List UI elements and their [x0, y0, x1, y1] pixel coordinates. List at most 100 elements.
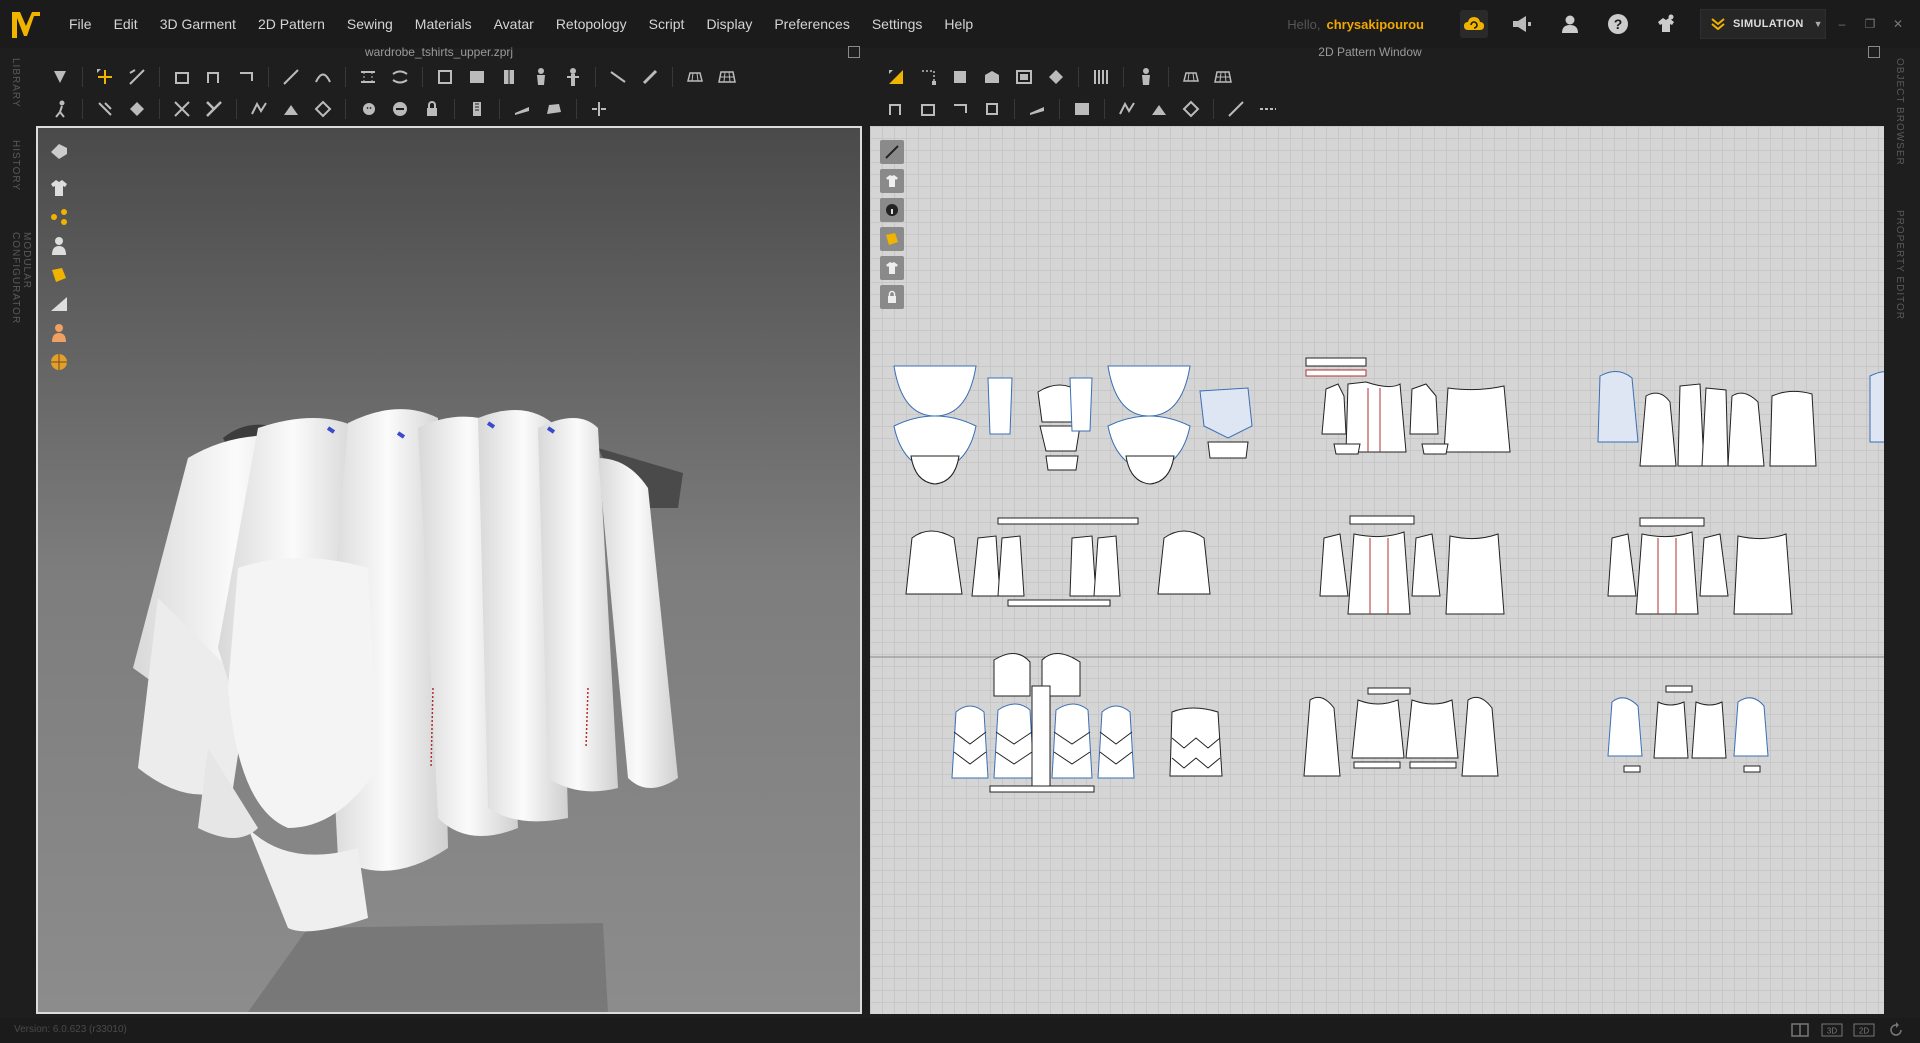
- 2d-seamline-icon[interactable]: [1180, 98, 1202, 120]
- menu-materials[interactable]: Materials: [404, 0, 483, 48]
- tack-icon[interactable]: [466, 66, 488, 88]
- restore-icon[interactable]: ❐: [1858, 17, 1882, 31]
- 2d-transform-icon[interactable]: [885, 66, 907, 88]
- arrangement-point-icon[interactable]: [94, 98, 116, 120]
- 2d-fold-angle-icon[interactable]: [1148, 98, 1170, 120]
- refresh-icon[interactable]: [1882, 1020, 1910, 1040]
- 2d-pattern-window[interactable]: [870, 126, 1884, 1014]
- toolbar-divider: [576, 99, 577, 119]
- toolbar-divider: [1213, 99, 1214, 119]
- 2d-avatar-icon[interactable]: [1135, 66, 1157, 88]
- 2d-measure-icon[interactable]: [1225, 98, 1247, 120]
- grid-select-icon[interactable]: [684, 66, 706, 88]
- viewport3d-expand-icon[interactable]: [848, 46, 860, 58]
- 2d-puckering-icon[interactable]: [1116, 98, 1138, 120]
- toolbar-divider: [1123, 67, 1124, 87]
- tape-icon[interactable]: [511, 98, 533, 120]
- menu-settings[interactable]: Settings: [861, 0, 934, 48]
- tab-object-browser[interactable]: OBJECT BROWSER: [1894, 58, 1905, 168]
- menu-edit[interactable]: Edit: [103, 0, 149, 48]
- 2d-edit-point-icon[interactable]: [917, 66, 939, 88]
- 2d-internal-line-icon[interactable]: [1090, 66, 1112, 88]
- arrangement-plate-icon[interactable]: [126, 98, 148, 120]
- shirt-front-icon[interactable]: [498, 66, 520, 88]
- puckering-icon[interactable]: [248, 98, 270, 120]
- button-tool-icon[interactable]: [357, 98, 379, 120]
- toolbar-divider: [499, 99, 500, 119]
- strengthen-icon[interactable]: [171, 98, 193, 120]
- menu-file[interactable]: File: [58, 0, 103, 48]
- unfold-icon[interactable]: [235, 66, 257, 88]
- line-tool-icon[interactable]: [280, 66, 302, 88]
- menu-avatar[interactable]: Avatar: [483, 0, 545, 48]
- tab-property-editor[interactable]: PROPERTY EDITOR: [1894, 210, 1905, 330]
- user-account-icon[interactable]: [1556, 10, 1584, 38]
- menu-display[interactable]: Display: [695, 0, 763, 48]
- garments-3d-render: [133, 409, 683, 1012]
- 3d-toolbar-row-1: [44, 62, 743, 92]
- pin-tool-icon[interactable]: [434, 66, 456, 88]
- 2d-edit-texture-icon[interactable]: [1026, 98, 1048, 120]
- toolbar-divider: [1078, 67, 1079, 87]
- 3d-viewport[interactable]: [36, 126, 862, 1014]
- announcement-icon[interactable]: [1508, 10, 1536, 38]
- svg-text:?: ?: [1614, 16, 1623, 32]
- split-view-icon[interactable]: [1786, 1020, 1814, 1040]
- edit-pattern-icon[interactable]: [126, 66, 148, 88]
- 2d-grid-select-icon[interactable]: [1180, 66, 1202, 88]
- tab-modular-configurator[interactable]: MODULAR CONFIGURATOR: [10, 232, 32, 382]
- menu-sewing[interactable]: Sewing: [336, 0, 404, 48]
- 2d-offset-icon[interactable]: [949, 98, 971, 120]
- 2d-rectangle-icon[interactable]: [1013, 66, 1035, 88]
- select-move-icon[interactable]: [49, 66, 71, 88]
- align-icon[interactable]: [588, 98, 610, 120]
- grid-icon[interactable]: [716, 66, 738, 88]
- 2d-edit-curvature-icon[interactable]: [949, 66, 971, 88]
- 2d-grid-icon[interactable]: [1212, 66, 1234, 88]
- tab-history[interactable]: HISTORY: [10, 140, 21, 200]
- pattern-window-expand-icon[interactable]: [1868, 46, 1880, 58]
- help-icon[interactable]: ?: [1604, 10, 1632, 38]
- free-sewing-icon[interactable]: [389, 66, 411, 88]
- fold-icon[interactable]: [203, 66, 225, 88]
- 3d-view-button[interactable]: 3D: [1818, 1020, 1846, 1040]
- 2d-fold-icon[interactable]: [885, 98, 907, 120]
- 2d-unfold-icon[interactable]: [917, 98, 939, 120]
- transform-pattern-icon[interactable]: [94, 66, 116, 88]
- menu-help[interactable]: Help: [933, 0, 984, 48]
- close-icon[interactable]: ✕: [1886, 17, 1910, 31]
- 2d-circle-icon[interactable]: [1045, 66, 1067, 88]
- menu-3d-garment[interactable]: 3D Garment: [149, 0, 247, 48]
- zipper-icon[interactable]: [466, 98, 488, 120]
- 2d-ruler-icon[interactable]: [1257, 98, 1279, 120]
- 2d-polygon-icon[interactable]: [981, 66, 1003, 88]
- measure-line-icon[interactable]: [607, 66, 629, 88]
- superimpose-icon[interactable]: [203, 98, 225, 120]
- trim-icon[interactable]: [543, 98, 565, 120]
- avatar-measure-icon[interactable]: [562, 66, 584, 88]
- simulation-label: SIMULATION: [1733, 18, 1804, 30]
- 2d-view-button[interactable]: 2D: [1850, 1020, 1878, 1040]
- brush-icon[interactable]: [639, 66, 661, 88]
- marketplace-icon[interactable]: [1652, 10, 1680, 38]
- simulation-mode-dropdown[interactable]: SIMULATION ▼: [1700, 9, 1826, 39]
- menu-preferences[interactable]: Preferences: [763, 0, 860, 48]
- avatar-pose-icon[interactable]: [530, 66, 552, 88]
- username[interactable]: chrysakipourou: [1326, 17, 1424, 32]
- avatar-select-icon[interactable]: [49, 98, 71, 120]
- seamline-icon[interactable]: [312, 98, 334, 120]
- minimize-icon[interactable]: –: [1830, 17, 1854, 31]
- menu-script[interactable]: Script: [638, 0, 696, 48]
- fold-angle-icon[interactable]: [280, 98, 302, 120]
- menu-retopology[interactable]: Retopology: [545, 0, 638, 48]
- 2d-dart-icon[interactable]: [981, 98, 1003, 120]
- fold-arrangement-icon[interactable]: [171, 66, 193, 88]
- buttonhole-icon[interactable]: [389, 98, 411, 120]
- 2d-pin-icon[interactable]: [1071, 98, 1093, 120]
- segment-sewing-icon[interactable]: [357, 66, 379, 88]
- tab-library[interactable]: LIBRARY: [10, 58, 21, 118]
- menu-2d-pattern[interactable]: 2D Pattern: [247, 0, 336, 48]
- cloud-sync-icon[interactable]: [1460, 10, 1488, 38]
- lock-icon[interactable]: [421, 98, 443, 120]
- curve-tool-icon[interactable]: [312, 66, 334, 88]
